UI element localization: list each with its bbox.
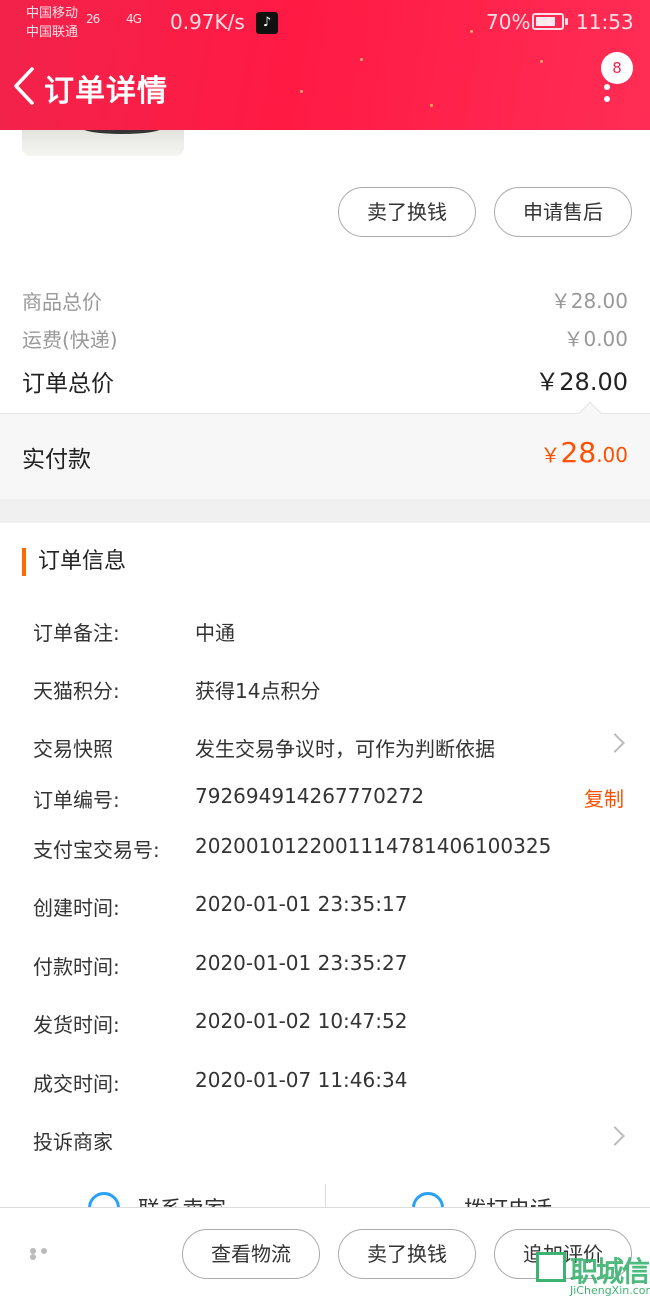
carrier-2: 中国联通 [26,25,79,40]
section-divider [0,499,650,523]
info-value-points: 获得14点积分 [195,679,321,703]
watermark-url: JiChengXin.com [570,1284,650,1297]
info-label-alipay-no: 支付宝交易号: [33,838,160,862]
contact-bar: 联系卖家 拨打电话 [0,1180,650,1210]
signal-strength-2: 4G [126,12,142,26]
order-info-title: 订单信息 [22,548,126,576]
carrier-names: 中国移动 中国联通 [26,4,78,42]
info-label-paid: 付款时间: [33,955,120,979]
info-value-snapshot: 发生交易争议时，可作为判断依据 [195,737,495,761]
view-logistics-button[interactable]: 查看物流 [182,1229,320,1279]
info-value-order-no: 792694914267770272 [195,784,425,808]
more-dot-icon [30,1254,36,1260]
order-total-value: ￥28.00 [535,368,628,396]
chevron-right-icon [605,733,625,753]
battery-percent: 70% [486,10,531,34]
shipping-label: 运费(快递) [22,328,118,352]
info-label-completed: 成交时间: [33,1072,120,1096]
sell-for-cash-bottom-button[interactable]: 卖了换钱 [338,1229,476,1279]
message-count-badge[interactable]: 8 [601,52,633,84]
sparkle-decoration [360,58,363,61]
header-bar: 中国移动 中国联通 26 4G 0.97K/s ♪ 70% 11:53 订单详情… [0,0,650,130]
paid-label: 实付款 [22,447,91,473]
network-speed: 0.97K/s [170,10,245,34]
more-dot-icon [604,96,610,102]
info-label-points: 天猫积分: [33,679,120,703]
sparkle-decoration [300,90,303,93]
sparkle-decoration [540,60,543,63]
info-value-alipay-no: 2020010122001114781406100325 [195,834,552,858]
more-dot-icon [604,84,610,90]
status-clock: 11:53 [576,10,634,34]
tiktok-icon: ♪ [256,12,278,34]
info-value-created: 2020-01-01 23:35:17 [195,892,408,916]
info-value-completed: 2020-01-07 11:46:34 [195,1068,408,1092]
info-value-paid: 2020-01-01 23:35:27 [195,951,408,975]
page-title: 订单详情 [44,74,168,109]
signal-strength-1: 26 [86,12,100,26]
paid-currency: ￥ [540,443,561,467]
goods-total-value: ￥28.00 [550,289,628,313]
goods-total-label: 商品总价 [22,290,102,314]
info-label-remark: 订单备注: [33,621,120,645]
sparkle-decoration [430,104,433,107]
chevron-left-icon [14,67,34,105]
info-label-order-no: 订单编号: [33,788,120,812]
info-label-snapshot: 交易快照 [33,737,113,761]
paid-integer: 28 [560,436,597,469]
info-value-remark: 中通 [195,621,235,645]
status-bar: 中国移动 中国联通 26 4G 0.97K/s ♪ 70% 11:53 [0,0,650,46]
more-menu-button[interactable] [602,84,612,104]
watermark-logo: 职城信 JiChengXin.com [536,1250,650,1298]
after-sale-button[interactable]: 申请售后 [494,187,632,237]
battery-icon [532,13,568,30]
sell-for-cash-button[interactable]: 卖了换钱 [338,187,476,237]
info-label-shipped: 发货时间: [33,1013,120,1037]
more-actions-button[interactable] [30,1248,60,1260]
watermark-icon [536,1252,566,1282]
chevron-right-icon [605,1126,625,1146]
paid-value: ￥28.00 [541,436,628,469]
more-dot-icon [41,1248,47,1254]
info-label-created: 创建时间: [33,896,120,920]
shipping-value: ￥0.00 [563,327,628,351]
copy-order-no-button[interactable]: 复制 [584,783,624,812]
info-value-shipped: 2020-01-02 10:47:52 [195,1009,408,1033]
complain-seller-label: 投诉商家 [33,1130,113,1154]
back-button[interactable] [12,66,38,106]
carrier-1: 中国移动 [26,6,79,21]
order-total-label: 订单总价 [22,371,114,397]
paid-amount-panel: 实付款 ￥28.00 [0,401,650,499]
paid-decimal: .00 [596,443,628,467]
